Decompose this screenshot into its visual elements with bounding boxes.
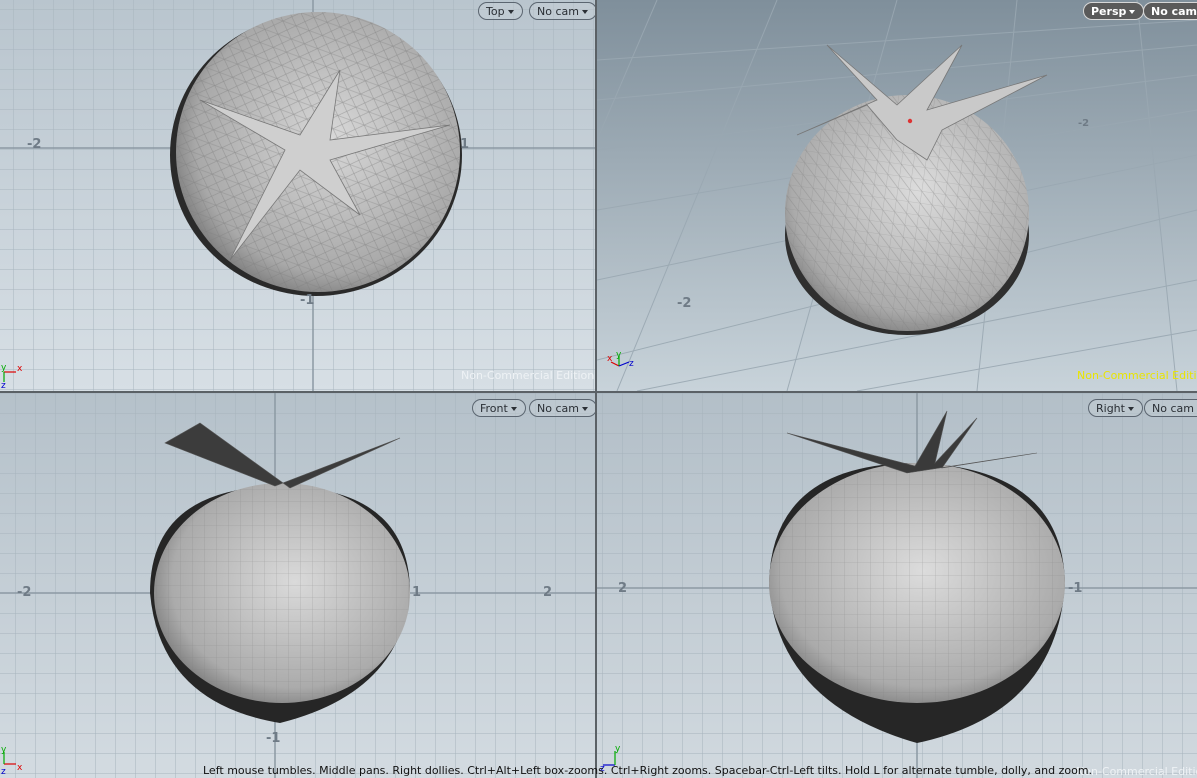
view-type-menu-button[interactable]: Persp [1083,2,1145,20]
camera-menu-button[interactable]: No cam [1144,399,1197,417]
viewport-top[interactable]: -2 1 -1 Top No cam y x z Non-Commercial … [0,0,595,391]
dropdown-caret-icon [581,407,588,411]
camera-menu-button[interactable]: No cam [529,2,595,20]
edition-watermark: Non-Commercial Edition [461,369,595,382]
view-type-menu-button[interactable]: Top [478,2,523,20]
axis-label: z [1,381,6,390]
viewport-front-scene [0,393,595,778]
grid-tick-label: 2 [618,581,628,596]
dropdown-caret-icon [507,10,514,14]
axis-label: x [17,364,23,374]
grid-tick-label: 2 [543,585,553,600]
camera-label: No cam [1152,402,1194,415]
view-type-label: Persp [1091,5,1127,18]
grid-tick-label: 1 [460,137,470,152]
view-type-label: Right [1096,402,1125,415]
axis-gizmo-icon: y x z [0,360,30,391]
axis-label: y [1,363,7,373]
axis-gizmo-icon: y z x [0,745,30,777]
viewport-right-scene [597,393,1197,778]
dropdown-caret-icon [510,407,517,411]
axis-gizmo-icon: x y z [607,350,637,380]
grid-tick-label: -2 [1078,118,1090,129]
grid-tick-label: -2 [27,137,42,152]
grid-tick-label: -2 [677,296,692,311]
grid-tick-label: -2 [17,585,32,600]
dropdown-caret-icon [1127,407,1134,411]
axis-label: y [615,744,621,754]
axis-label: z [1,767,6,776]
view-type-label: Front [480,402,508,415]
camera-label: No cam [1151,5,1197,18]
grid-tick-label: 1 [412,585,422,600]
camera-label: No cam [537,5,579,18]
edition-watermark: Non-Commercial Edition [1077,369,1197,382]
view-type-menu-button[interactable]: Right [1088,399,1143,417]
status-hint-text: Left mouse tumbles. Middle pans. Right d… [203,764,1093,777]
camera-label: No cam [537,402,579,415]
axis-label: y [616,350,622,360]
axis-label: x [607,354,613,364]
axis-label: y [1,746,7,755]
camera-menu-button[interactable]: No cam [1143,2,1197,20]
viewport-right[interactable]: 2 -1 Right No cam y z Non-Commercial Edi… [597,393,1197,778]
dropdown-caret-icon [581,10,588,14]
axis-label: x [17,763,23,773]
axis-label: z [629,359,634,369]
grid-tick-label: -1 [266,731,281,746]
dropdown-caret-icon [1129,10,1136,14]
viewport-front[interactable]: -2 1 2 -1 Front No cam y z x [0,393,595,778]
grid-tick-label: -1 [1068,581,1083,596]
edition-watermark: Non-Commercial Edition [1076,765,1197,778]
viewport-top-scene [0,0,595,391]
viewport-perspective-scene [597,0,1197,391]
viewport-perspective[interactable]: -2 -2 Persp No cam x y z Non-Commercial … [597,0,1197,391]
grid-tick-label: -1 [300,293,315,308]
camera-menu-button[interactable]: No cam [529,399,595,417]
view-type-label: Top [486,5,505,18]
view-type-menu-button[interactable]: Front [472,399,526,417]
